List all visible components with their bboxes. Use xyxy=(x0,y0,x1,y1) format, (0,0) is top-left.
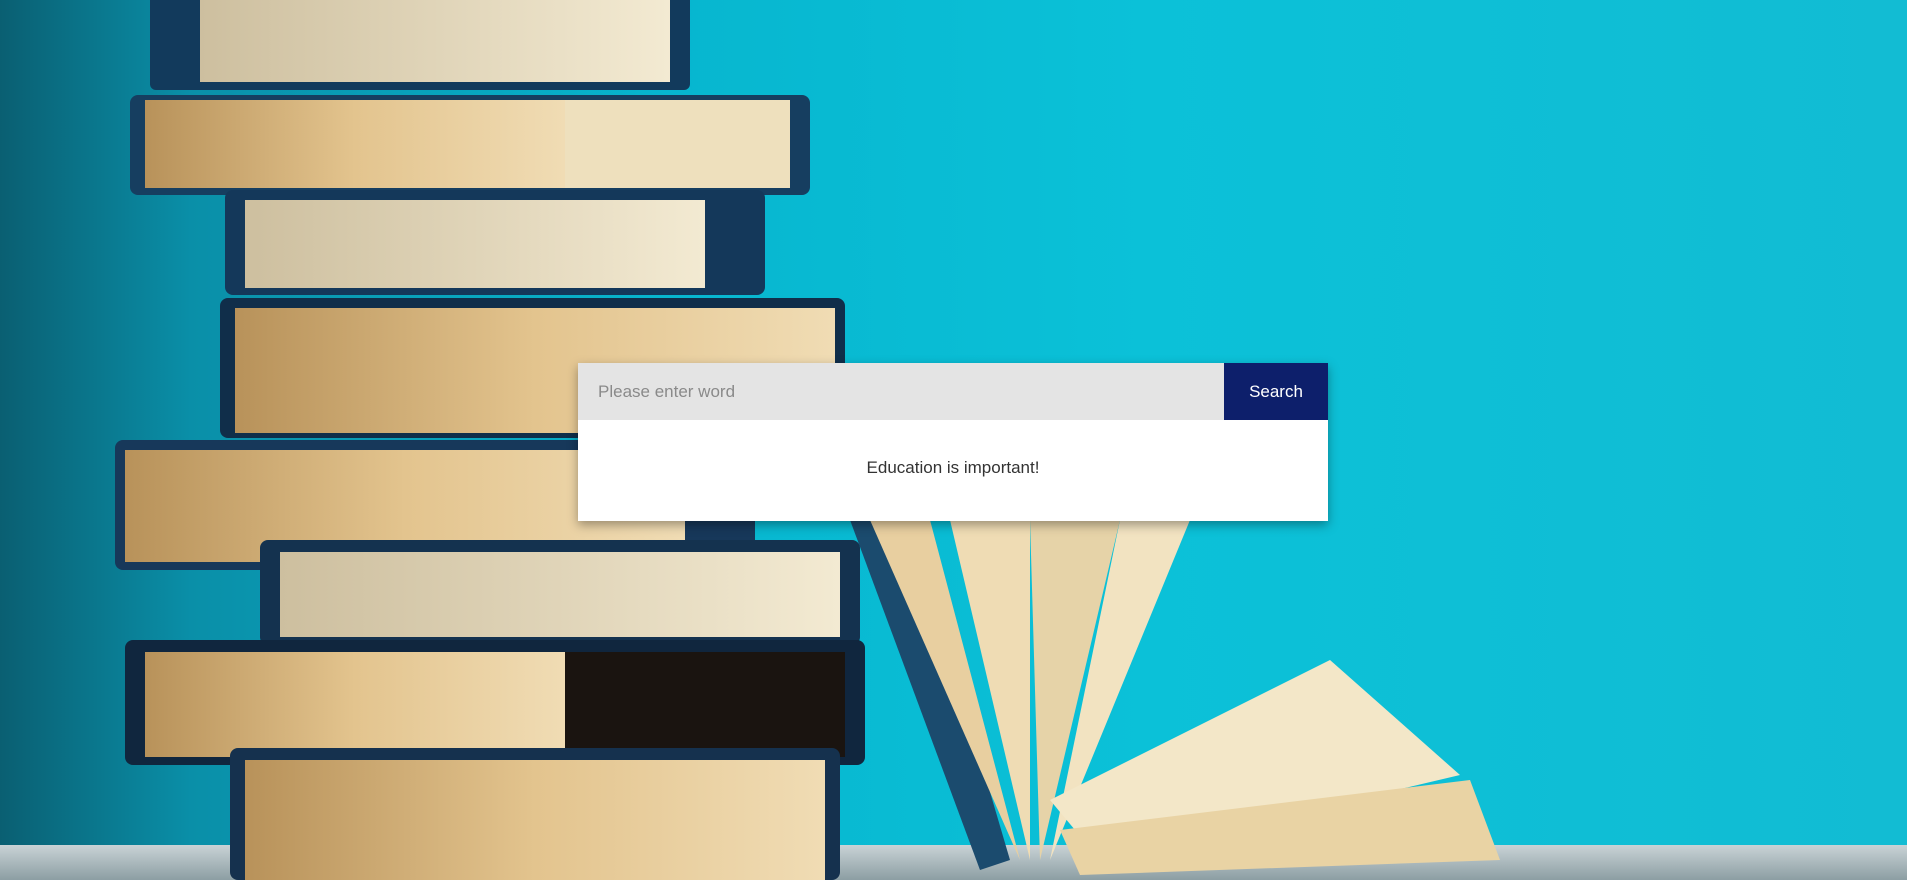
search-bar: Search xyxy=(578,363,1328,420)
page-background: Search Education is important! xyxy=(0,0,1907,880)
search-input[interactable] xyxy=(578,363,1224,420)
search-button[interactable]: Search xyxy=(1224,363,1328,420)
search-card: Search Education is important! xyxy=(578,363,1328,521)
result-message: Education is important! xyxy=(866,458,1040,477)
